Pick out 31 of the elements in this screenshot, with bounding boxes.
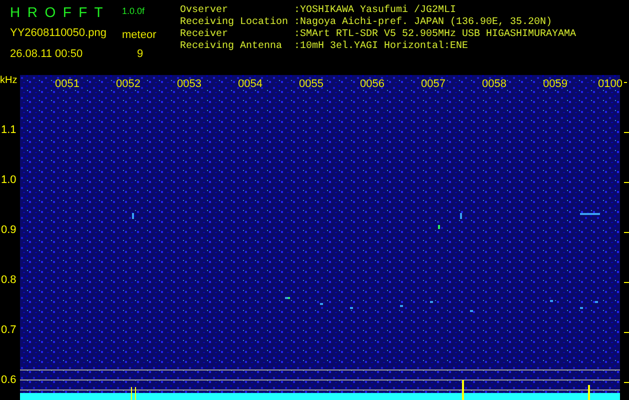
axis-label: 0.6 xyxy=(1,373,16,388)
info-value: :YOSHIKAWA Yasufumi /JG2MLI xyxy=(294,5,456,16)
axis-label: 0.9 xyxy=(1,223,16,238)
info-value: :Nagoya Aichi-pref. JAPAN (136.90E, 35.20N) xyxy=(294,17,552,29)
time-label: 0056 xyxy=(360,78,384,90)
time-label: 0052 xyxy=(116,78,140,90)
info-value: :SMArt RTL-SDR V5 52.905MHz USB HIGASHIMURAYAMA xyxy=(294,29,576,40)
time-label: 0055 xyxy=(299,78,324,90)
info-value: :10mH 3el.YAGI Horizontal:ENE xyxy=(294,41,468,53)
axis-label: 0.8 xyxy=(1,273,16,288)
time-label: 0057 xyxy=(421,78,446,90)
info-label: Ovserver xyxy=(180,5,230,16)
version-label: 1.0.0f xyxy=(122,5,146,18)
time-label: 0100 xyxy=(598,78,622,90)
mode-label: meteor xyxy=(122,28,158,43)
time-label: 0054 xyxy=(238,78,262,90)
axis-label: 1.1 xyxy=(1,123,16,138)
time-label: 0051 xyxy=(55,78,80,90)
time-label: 0053 xyxy=(177,78,202,90)
info-label: Receiving Antenna xyxy=(180,41,284,53)
time-label: 0058 xyxy=(482,78,506,90)
axis-unit: kHz xyxy=(0,74,18,88)
info-label: Receiving Location xyxy=(180,17,290,28)
time-label: 0059 xyxy=(543,78,568,90)
date-time: 26.08.11 00:50 xyxy=(10,47,84,62)
axis-label: 1.0 xyxy=(1,173,16,188)
app-title: H R O F F T xyxy=(10,4,106,22)
count-label: 9 xyxy=(136,47,144,62)
axis-label: 0.7 xyxy=(1,323,16,338)
info-label: Receiver xyxy=(180,29,230,40)
file-name: YY2608110050.png xyxy=(10,26,108,41)
